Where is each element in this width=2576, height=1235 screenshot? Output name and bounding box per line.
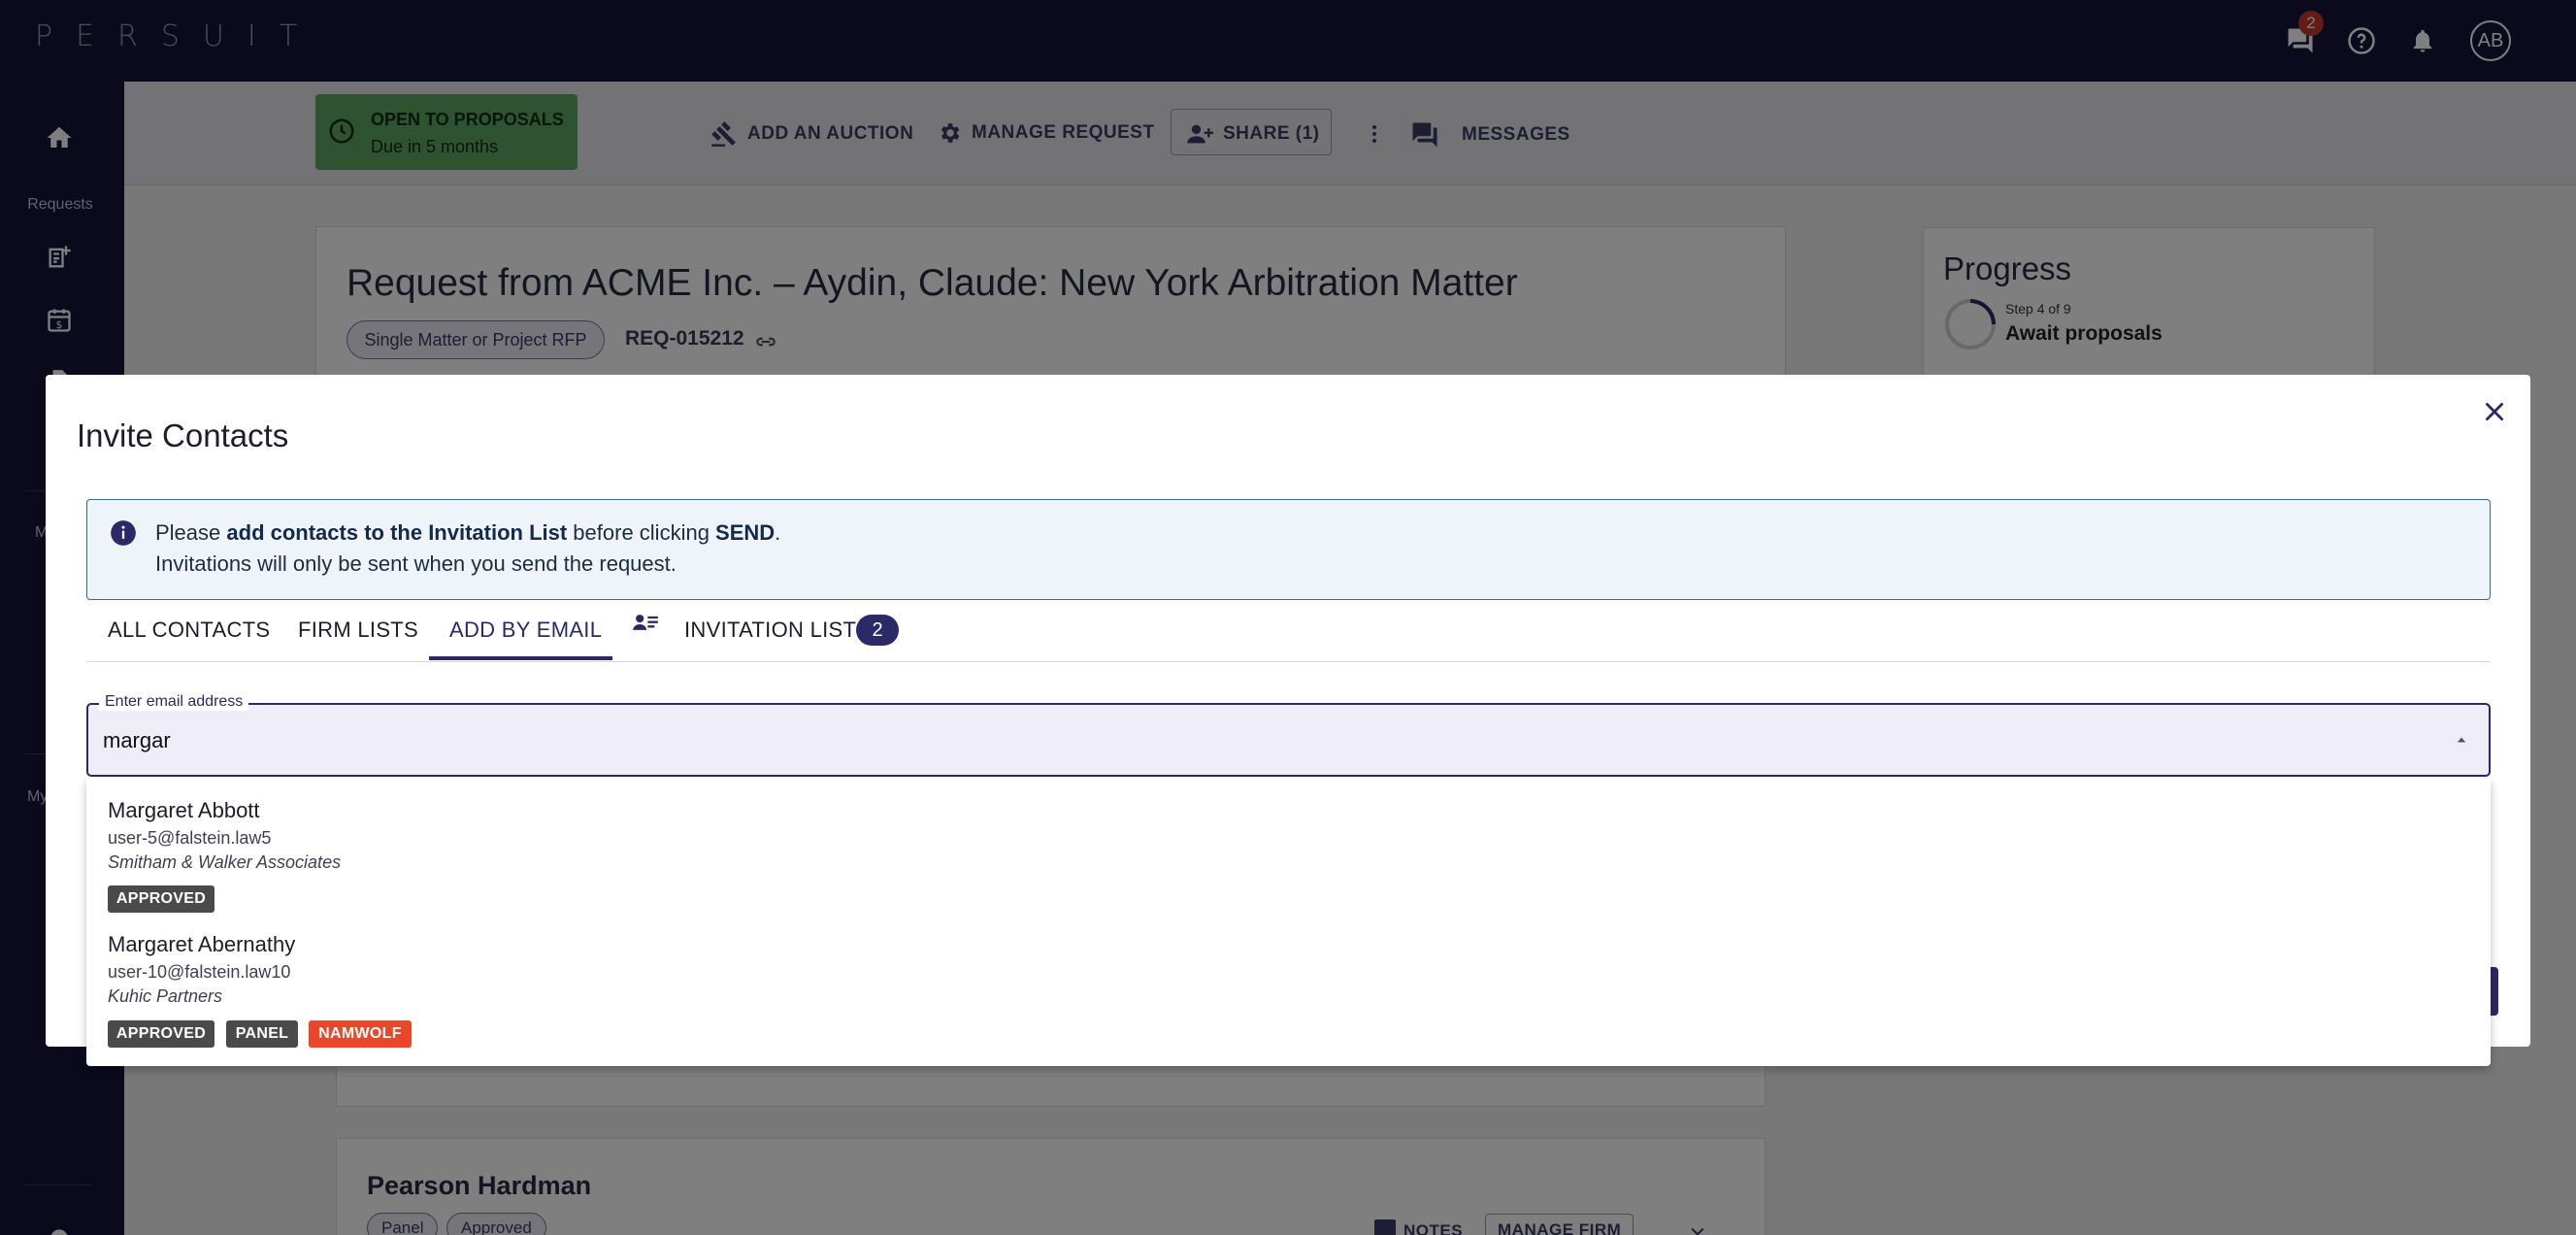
dialog-title: Invite Contacts — [77, 417, 289, 453]
contact-list-icon[interactable] — [631, 611, 660, 638]
email-field-label: Enter email address — [99, 693, 249, 711]
info-icon — [111, 520, 136, 546]
option-name: Margaret Abernathy — [108, 932, 296, 956]
tag-namwolf: NAMWOLF — [309, 1020, 412, 1048]
tag-panel: PANEL — [226, 1020, 298, 1048]
info-text-line-2: Invitations will only be sent when you s… — [155, 551, 677, 576]
info-text-line-1: Please add contacts to the Invitation Li… — [155, 520, 781, 545]
info-banner — [86, 499, 2491, 600]
option-name: Margaret Abbott — [108, 798, 260, 822]
email-input[interactable] — [103, 726, 2413, 755]
tag-approved: APPROVED — [108, 885, 215, 913]
active-tab-indicator — [429, 656, 612, 660]
tab-all-contacts[interactable]: ALL CONTACTS — [108, 618, 270, 643]
option-email: user-5@falstein.law5 — [108, 828, 272, 848]
tab-invitation-list[interactable]: INVITATION LIST — [684, 618, 856, 643]
tab-add-by-email[interactable]: ADD BY EMAIL — [449, 618, 602, 643]
option-email: user-10@falstein.law10 — [108, 962, 291, 982]
email-suggestions — [86, 779, 2491, 1066]
invite-tabs — [86, 606, 2491, 662]
dropdown-caret-icon[interactable] — [2452, 730, 2471, 750]
option-firm: Kuhic Partners — [108, 986, 223, 1006]
close-icon[interactable] — [2475, 392, 2514, 431]
tab-firm-lists[interactable]: FIRM LISTS — [298, 618, 418, 643]
tag-approved: APPROVED — [108, 1020, 215, 1048]
invitation-count-badge: 2 — [856, 615, 899, 646]
option-firm: Smitham & Walker Associates — [108, 852, 342, 872]
